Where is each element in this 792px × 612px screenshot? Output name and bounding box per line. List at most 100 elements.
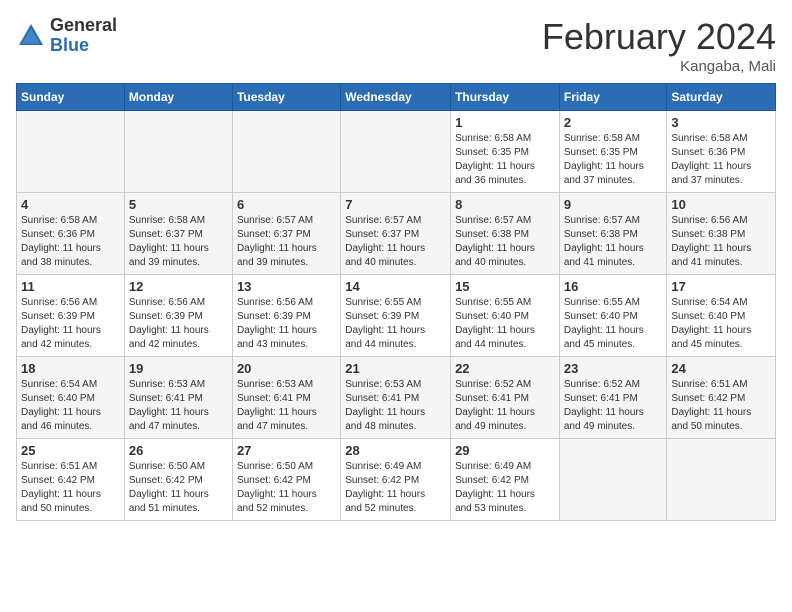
day-number: 8 <box>455 197 555 212</box>
day-number: 20 <box>237 361 336 376</box>
logo-text: General Blue <box>50 16 117 56</box>
day-cell: 28Sunrise: 6:49 AM Sunset: 6:42 PM Dayli… <box>341 439 451 521</box>
day-cell: 17 Sunrise: 6:54 AM Sunset: 6:40 PM Dayli… <box>667 275 776 357</box>
week-row-0: 1 Sunrise: 6:58 AM Sunset: 6:35 PM Daylig… <box>17 111 776 193</box>
day-info: Sunrise: 6:56 AM Sunset: 6:39 PM Dayligh… <box>129 296 228 352</box>
day-cell: 3 Sunrise: 6:58 AM Sunset: 6:36 PM Daylig… <box>667 111 776 193</box>
day-info: Sunrise: 6:51 AM Sunset: 6:42 PM Dayligh… <box>21 460 120 516</box>
day-number: 7 <box>345 197 446 212</box>
day-cell: 19Sunrise: 6:53 AM Sunset: 6:41 PM Dayli… <box>124 357 232 439</box>
day-info: Sunrise: 6:57 AM Sunset: 6:37 PM Dayligh… <box>237 214 336 270</box>
day-number: 15 <box>455 279 555 294</box>
day-number: 28 <box>345 443 446 458</box>
day-number: 4 <box>21 197 120 212</box>
day-info: Sunrise: 6:56 AM Sunset: 6:38 PM Dayligh… <box>671 214 771 270</box>
day-number: 26 <box>129 443 228 458</box>
page-header: General Blue February 2024 Kangaba, Mali <box>16 16 776 75</box>
day-number: 10 <box>671 197 771 212</box>
day-info: Sunrise: 6:54 AM Sunset: 6:40 PM Dayligh… <box>671 296 771 352</box>
day-info: Sunrise: 6:55 AM Sunset: 6:40 PM Dayligh… <box>564 296 663 352</box>
day-number: 29 <box>455 443 555 458</box>
day-cell: 25 Sunrise: 6:51 AM Sunset: 6:42 PM Dayli… <box>17 439 125 521</box>
day-number: 22 <box>455 361 555 376</box>
day-number: 1 <box>455 115 555 130</box>
day-info: Sunrise: 6:57 AM Sunset: 6:37 PM Dayligh… <box>345 214 446 270</box>
day-cell: 11 Sunrise: 6:56 AM Sunset: 6:39 PM Dayli… <box>17 275 125 357</box>
day-number: 11 <box>21 279 120 294</box>
day-info: Sunrise: 6:57 AM Sunset: 6:38 PM Dayligh… <box>455 214 555 270</box>
day-number: 27 <box>237 443 336 458</box>
day-cell: 6 Sunrise: 6:57 AM Sunset: 6:37 PM Daylig… <box>232 193 340 275</box>
day-info: Sunrise: 6:50 AM Sunset: 6:42 PM Dayligh… <box>129 460 228 516</box>
day-number: 5 <box>129 197 228 212</box>
day-cell: 27 Sunrise: 6:50 AM Sunset: 6:42 PM Dayli… <box>232 439 340 521</box>
day-number: 25 <box>21 443 120 458</box>
day-number: 18 <box>21 361 120 376</box>
day-cell: 13 Sunrise: 6:56 AM Sunset: 6:39 PM Dayli… <box>232 275 340 357</box>
day-cell: 20Sunrise: 6:53 AM Sunset: 6:41 PM Dayli… <box>232 357 340 439</box>
day-number: 13 <box>237 279 336 294</box>
day-number: 21 <box>345 361 446 376</box>
day-number: 2 <box>564 115 663 130</box>
day-number: 6 <box>237 197 336 212</box>
month-title: February 2024 <box>542 16 776 58</box>
week-row-2: 11 Sunrise: 6:56 AM Sunset: 6:39 PM Dayli… <box>17 275 776 357</box>
day-cell <box>559 439 667 521</box>
day-info: Sunrise: 6:55 AM Sunset: 6:40 PM Dayligh… <box>455 296 555 352</box>
day-cell: 7 Sunrise: 6:57 AM Sunset: 6:37 PM Daylig… <box>341 193 451 275</box>
day-cell <box>17 111 125 193</box>
logo-blue: Blue <box>50 36 117 56</box>
day-info: Sunrise: 6:58 AM Sunset: 6:35 PM Dayligh… <box>564 132 663 188</box>
col-header-tuesday: Tuesday <box>232 84 340 111</box>
day-cell <box>232 111 340 193</box>
day-cell: 14 Sunrise: 6:55 AM Sunset: 6:39 PM Dayli… <box>341 275 451 357</box>
day-info: Sunrise: 6:55 AM Sunset: 6:39 PM Dayligh… <box>345 296 446 352</box>
day-number: 17 <box>671 279 771 294</box>
logo: General Blue <box>16 16 117 56</box>
day-cell: 16Sunrise: 6:55 AM Sunset: 6:40 PM Dayli… <box>559 275 667 357</box>
col-header-sunday: Sunday <box>17 84 125 111</box>
day-cell <box>124 111 232 193</box>
day-info: Sunrise: 6:52 AM Sunset: 6:41 PM Dayligh… <box>455 378 555 434</box>
day-info: Sunrise: 6:54 AM Sunset: 6:40 PM Dayligh… <box>21 378 120 434</box>
day-cell <box>667 439 776 521</box>
logo-icon <box>16 21 46 51</box>
day-info: Sunrise: 6:53 AM Sunset: 6:41 PM Dayligh… <box>129 378 228 434</box>
day-info: Sunrise: 6:56 AM Sunset: 6:39 PM Dayligh… <box>237 296 336 352</box>
day-cell: 24 Sunrise: 6:51 AM Sunset: 6:42 PM Dayli… <box>667 357 776 439</box>
day-info: Sunrise: 6:51 AM Sunset: 6:42 PM Dayligh… <box>671 378 771 434</box>
day-info: Sunrise: 6:53 AM Sunset: 6:41 PM Dayligh… <box>345 378 446 434</box>
week-row-3: 18 Sunrise: 6:54 AM Sunset: 6:40 PM Dayli… <box>17 357 776 439</box>
title-block: February 2024 Kangaba, Mali <box>542 16 776 75</box>
day-cell: 9Sunrise: 6:57 AM Sunset: 6:38 PM Daylig… <box>559 193 667 275</box>
day-cell: 4Sunrise: 6:58 AM Sunset: 6:36 PM Daylig… <box>17 193 125 275</box>
col-header-thursday: Thursday <box>451 84 560 111</box>
location: Kangaba, Mali <box>542 58 776 75</box>
day-number: 3 <box>671 115 771 130</box>
day-cell: 21 Sunrise: 6:53 AM Sunset: 6:41 PM Dayli… <box>341 357 451 439</box>
day-info: Sunrise: 6:50 AM Sunset: 6:42 PM Dayligh… <box>237 460 336 516</box>
day-cell: 8 Sunrise: 6:57 AM Sunset: 6:38 PM Daylig… <box>451 193 560 275</box>
day-info: Sunrise: 6:57 AM Sunset: 6:38 PM Dayligh… <box>564 214 663 270</box>
day-number: 23 <box>564 361 663 376</box>
day-cell: 10 Sunrise: 6:56 AM Sunset: 6:38 PM Dayli… <box>667 193 776 275</box>
day-cell: 29 Sunrise: 6:49 AM Sunset: 6:42 PM Dayli… <box>451 439 560 521</box>
week-row-4: 25 Sunrise: 6:51 AM Sunset: 6:42 PM Dayli… <box>17 439 776 521</box>
day-cell: 15 Sunrise: 6:55 AM Sunset: 6:40 PM Dayli… <box>451 275 560 357</box>
day-cell: 2 Sunrise: 6:58 AM Sunset: 6:35 PM Daylig… <box>559 111 667 193</box>
calendar-table: SundayMondayTuesdayWednesdayThursdayFrid… <box>16 83 776 521</box>
day-number: 14 <box>345 279 446 294</box>
day-info: Sunrise: 6:49 AM Sunset: 6:42 PM Dayligh… <box>455 460 555 516</box>
day-info: Sunrise: 6:56 AM Sunset: 6:39 PM Dayligh… <box>21 296 120 352</box>
day-cell <box>341 111 451 193</box>
col-header-monday: Monday <box>124 84 232 111</box>
day-info: Sunrise: 6:58 AM Sunset: 6:37 PM Dayligh… <box>129 214 228 270</box>
logo-general: General <box>50 16 117 36</box>
day-cell: 18 Sunrise: 6:54 AM Sunset: 6:40 PM Dayli… <box>17 357 125 439</box>
day-info: Sunrise: 6:58 AM Sunset: 6:35 PM Dayligh… <box>455 132 555 188</box>
col-header-saturday: Saturday <box>667 84 776 111</box>
week-row-1: 4Sunrise: 6:58 AM Sunset: 6:36 PM Daylig… <box>17 193 776 275</box>
day-cell: 5 Sunrise: 6:58 AM Sunset: 6:37 PM Daylig… <box>124 193 232 275</box>
day-number: 24 <box>671 361 771 376</box>
day-info: Sunrise: 6:58 AM Sunset: 6:36 PM Dayligh… <box>671 132 771 188</box>
